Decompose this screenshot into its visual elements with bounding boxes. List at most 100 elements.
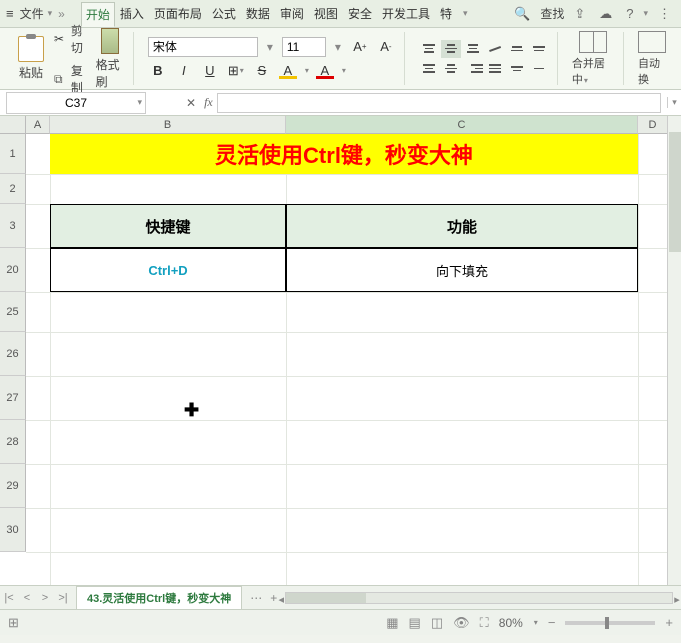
table-cell-shortcut[interactable]: Ctrl+D — [50, 248, 286, 292]
row-header[interactable]: 26 — [0, 332, 26, 376]
font-color-button[interactable]: A — [315, 61, 335, 81]
italic-button[interactable]: I — [174, 61, 194, 81]
chevron-down-icon[interactable]: ▾ — [643, 8, 648, 19]
share-icon[interactable]: ⇪ — [570, 6, 589, 22]
font-color-dropdown-icon[interactable]: ▾ — [342, 66, 346, 75]
fullscreen-icon[interactable]: ⛶ — [480, 615, 489, 631]
zoom-out-icon[interactable]: − — [548, 615, 556, 630]
increase-font-button[interactable]: A+ — [350, 37, 370, 57]
align-center-button[interactable] — [441, 60, 461, 78]
align-bottom-button[interactable] — [463, 40, 483, 58]
decrease-font-button[interactable]: A- — [376, 37, 396, 57]
sheet-options-icon[interactable]: ⋯ — [250, 591, 262, 605]
tab-security[interactable]: 安全 — [343, 1, 377, 26]
row-header[interactable]: 28 — [0, 420, 26, 464]
align-middle-button[interactable] — [441, 40, 461, 58]
size-dropdown-icon[interactable]: ▾ — [332, 40, 344, 54]
table-cell-function[interactable]: 向下填充 — [286, 248, 638, 292]
title-banner-cell[interactable]: 灵活使用Ctrl键，秒变大神 — [50, 134, 638, 174]
formula-input[interactable] — [217, 93, 661, 113]
sheet-nav-next[interactable]: > — [36, 592, 54, 604]
row-header[interactable]: 30 — [0, 508, 26, 552]
status-mode-icon[interactable]: ⊞ — [8, 615, 19, 631]
tab-review[interactable]: 审阅 — [275, 1, 309, 26]
view-page-icon[interactable]: ▤ — [409, 615, 421, 631]
chevron-down-icon[interactable]: ▾ — [137, 97, 142, 108]
overflow-icon[interactable]: ⋮ — [654, 6, 675, 22]
align-left-button[interactable] — [419, 60, 439, 78]
row-header[interactable]: 1 — [0, 134, 26, 174]
sheet-nav-prev[interactable]: < — [18, 592, 36, 604]
distribute-button[interactable] — [507, 60, 527, 78]
bold-button[interactable]: B — [148, 61, 168, 81]
sheet-tab-active[interactable]: 43.灵活使用Ctrl键，秒变大神 — [76, 586, 242, 609]
horizontal-scrollbar[interactable]: ◂ ▸ — [285, 592, 673, 604]
view-normal-icon[interactable]: ▦ — [386, 615, 398, 631]
tab-start[interactable]: 开始 — [81, 2, 115, 27]
justify-button[interactable] — [485, 60, 505, 78]
view-break-icon[interactable]: ◫ — [431, 615, 443, 631]
row-header[interactable]: 25 — [0, 292, 26, 332]
tab-extra[interactable]: 特 — [435, 1, 457, 26]
sheet-nav-last[interactable]: >| — [54, 592, 72, 604]
sheet-nav-first[interactable]: |< — [0, 592, 18, 604]
auto-wrap-button[interactable]: 自动换 — [638, 31, 667, 87]
search-icon[interactable]: 🔍 — [510, 6, 534, 22]
col-header-B[interactable]: B — [50, 116, 286, 134]
row-header[interactable]: 3 — [0, 204, 26, 248]
copy-button[interactable]: ⧉ 复制 — [54, 62, 90, 96]
merge-center-button[interactable]: 合并居中▾ — [572, 31, 615, 87]
select-all-corner[interactable] — [0, 116, 26, 134]
orientation-button[interactable] — [485, 40, 505, 58]
hscroll-right-icon[interactable]: ▸ — [668, 593, 681, 606]
zoom-in-icon[interactable]: + — [665, 615, 673, 630]
underline-button[interactable]: U — [200, 61, 220, 81]
paste-button[interactable]: 粘贴 — [14, 36, 48, 81]
col-header-A[interactable]: A — [26, 116, 50, 134]
fill-color-dropdown-icon[interactable]: ▾ — [305, 66, 309, 75]
format-painter-button[interactable]: 格式刷 — [96, 28, 125, 90]
fx-label-icon[interactable]: fx — [204, 95, 213, 110]
align-top-button[interactable] — [419, 40, 439, 58]
border-button[interactable]: ⊞▾ — [226, 61, 246, 81]
reading-mode-icon[interactable]: 👁 — [453, 615, 470, 631]
tab-view[interactable]: 视图 — [309, 1, 343, 26]
more-icon[interactable]: » — [58, 7, 65, 21]
tab-data[interactable]: 数据 — [241, 1, 275, 26]
tab-devtools[interactable]: 开发工具 — [377, 1, 435, 26]
fx-cancel-icon[interactable]: ✕ — [186, 96, 196, 110]
align-right-button[interactable] — [463, 60, 483, 78]
font-size-select[interactable] — [282, 37, 326, 57]
row-header[interactable]: 29 — [0, 464, 26, 508]
tab-layout[interactable]: 页面布局 — [149, 1, 207, 26]
search-label[interactable]: 查找 — [540, 5, 564, 22]
font-name-select[interactable] — [148, 37, 258, 57]
strike-button[interactable]: S — [252, 61, 272, 81]
scroll-thumb[interactable] — [669, 132, 681, 252]
font-dropdown-icon[interactable]: ▾ — [264, 40, 276, 54]
wrap-dropdown-button[interactable] — [529, 60, 549, 78]
chevron-down-icon[interactable]: ▾ — [534, 618, 538, 627]
fill-color-button[interactable]: A — [278, 61, 298, 81]
zoom-thumb[interactable] — [605, 617, 609, 629]
name-box[interactable]: C37 ▾ — [6, 92, 146, 114]
tab-formula[interactable]: 公式 — [207, 1, 241, 26]
table-header-function[interactable]: 功能 — [286, 204, 638, 248]
row-header[interactable]: 2 — [0, 174, 26, 204]
menu-icon[interactable]: ≡ — [6, 6, 14, 21]
col-header-D[interactable]: D — [638, 116, 668, 134]
indent-decrease-button[interactable] — [507, 40, 527, 58]
help-icon[interactable]: ? — [622, 6, 637, 21]
row-header[interactable]: 27 — [0, 376, 26, 420]
tabs-overflow-icon[interactable]: ▾ — [463, 8, 468, 19]
row-header[interactable]: 20 — [0, 248, 26, 292]
cloud-icon[interactable]: ☁ — [595, 6, 616, 22]
scroll-thumb[interactable] — [286, 593, 366, 603]
file-menu[interactable]: 文件 ▾ — [20, 5, 53, 22]
vertical-scrollbar[interactable] — [667, 116, 681, 585]
table-header-shortcut[interactable]: 快捷键 — [50, 204, 286, 248]
cells-area[interactable]: 灵活使用Ctrl键，秒变大神 快捷键 功能 Ctrl+D 向下填充 ✚ — [26, 134, 681, 585]
indent-increase-button[interactable] — [529, 40, 549, 58]
zoom-value[interactable]: 80% — [499, 616, 523, 630]
zoom-slider[interactable] — [565, 621, 655, 625]
